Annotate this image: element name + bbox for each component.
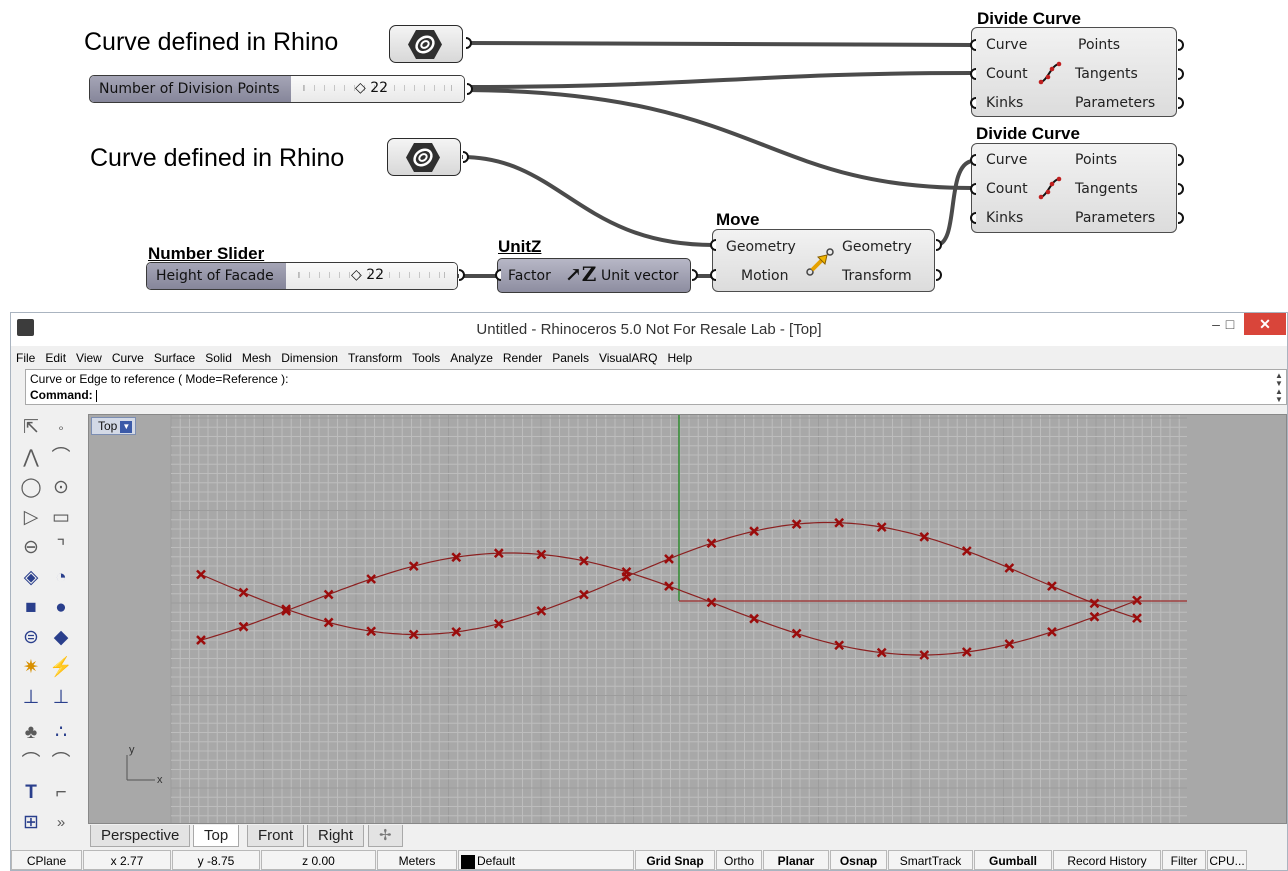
- toggle-record-history[interactable]: Record History: [1053, 850, 1161, 870]
- sphere-icon[interactable]: ●: [48, 595, 74, 621]
- grasshopper-canvas[interactable]: Curve defined in Rhino Curve defined in …: [0, 0, 1288, 303]
- curve-edit-icon[interactable]: ⌒: [18, 750, 44, 776]
- polygon-icon[interactable]: ▷: [18, 505, 44, 531]
- fillet-icon[interactable]: ⌝: [48, 535, 74, 561]
- tab-top[interactable]: Top: [193, 825, 240, 847]
- viewport-name: Top: [98, 419, 118, 433]
- point-icon[interactable]: ∘: [48, 415, 74, 441]
- status-layer[interactable]: Default: [458, 850, 634, 870]
- command-scroll-arrows[interactable]: ▲ ▼ ▲ ▼: [1274, 372, 1284, 404]
- status-z-coord: z 0.00: [261, 850, 376, 870]
- viewport-title-tab[interactable]: Top ▼: [91, 417, 137, 435]
- toggle-osnap[interactable]: Osnap: [830, 850, 887, 870]
- command-area[interactable]: Curve or Edge to reference ( Mode=Refere…: [25, 369, 1287, 405]
- circle-icon[interactable]: ◯: [18, 475, 44, 501]
- viewport-canvas[interactable]: yx: [89, 415, 1287, 824]
- left-toolbar: ⇱ ∘ ⋀ ⌒ ◯ ⊙ ▷ ▭ ⊖ ⌝ ◈ ◔ ■ ● ⊜ ◆ ✷ ⚡ ⊥ ⊥ …: [15, 415, 85, 839]
- tab-front[interactable]: Front: [247, 825, 305, 847]
- menu-dimension[interactable]: Dimension: [276, 348, 343, 365]
- align-icon[interactable]: ⊥: [48, 685, 74, 711]
- tab-perspective[interactable]: Perspective: [90, 825, 191, 847]
- viewport-menu-arrow-icon[interactable]: ▼: [120, 420, 133, 433]
- shade-icon[interactable]: ♣: [18, 720, 44, 746]
- menu-curve[interactable]: Curve: [107, 348, 149, 365]
- menu-analyze[interactable]: Analyze: [445, 348, 498, 365]
- layer-color-swatch: [461, 854, 475, 869]
- layout-icon[interactable]: ⊞: [18, 810, 44, 836]
- explode-icon[interactable]: ✷: [18, 655, 44, 681]
- select-arrow-icon[interactable]: ⇱: [18, 415, 44, 441]
- window-title: Untitled - Rhinoceros 5.0 Not For Resale…: [476, 321, 822, 338]
- status-cpu: CPU...: [1207, 850, 1247, 870]
- menu-help[interactable]: Help: [662, 348, 697, 365]
- toggle-ortho[interactable]: Ortho: [716, 850, 762, 870]
- close-button[interactable]: ✕: [1244, 313, 1286, 335]
- menu-edit[interactable]: Edit: [40, 348, 71, 365]
- curve-edit-2-icon[interactable]: ⌒: [48, 750, 74, 776]
- more-icon[interactable]: »: [48, 810, 74, 836]
- status-cplane[interactable]: CPlane: [11, 850, 82, 870]
- menu-surface[interactable]: Surface: [149, 348, 200, 365]
- text-icon[interactable]: T: [18, 780, 44, 806]
- toggle-planar[interactable]: Planar: [763, 850, 829, 870]
- menu-panels[interactable]: Panels: [547, 348, 594, 365]
- box-icon[interactable]: ■: [18, 595, 44, 621]
- menu-bar: File Edit View Curve Surface Solid Mesh Dimensi…: [11, 348, 1287, 368]
- layer-name: Default: [477, 854, 516, 868]
- toggle-gumball[interactable]: Gumball: [974, 850, 1052, 870]
- polyline-icon[interactable]: ⋀: [18, 445, 44, 471]
- status-units[interactable]: Meters: [377, 850, 457, 870]
- gumball-icon[interactable]: ⊥: [18, 685, 44, 711]
- view-tabs: Perspective Top Front Right ✢: [88, 825, 1287, 847]
- menu-visualarq[interactable]: VisualARQ: [594, 348, 662, 365]
- boolean-icon[interactable]: ⚡: [48, 655, 74, 681]
- text-caret: [95, 389, 97, 402]
- surface-icon[interactable]: ◈: [18, 565, 44, 591]
- add-tab-icon[interactable]: ✢: [368, 825, 403, 847]
- menu-solid[interactable]: Solid: [200, 348, 237, 365]
- menu-file[interactable]: File: [11, 348, 40, 365]
- command-line[interactable]: Command:: [30, 388, 1282, 402]
- toggle-filter[interactable]: Filter: [1162, 850, 1206, 870]
- menu-render[interactable]: Render: [498, 348, 547, 365]
- dimension-icon[interactable]: ⌐: [48, 780, 74, 806]
- sweep-icon[interactable]: ◔: [48, 565, 74, 591]
- toggle-smarttrack[interactable]: SmartTrack: [888, 850, 973, 870]
- toggle-grid-snap[interactable]: Grid Snap: [635, 850, 715, 870]
- gizmo-y-label: y: [129, 744, 135, 756]
- points-icon[interactable]: ∴: [48, 720, 74, 746]
- cylinder-icon[interactable]: ⊜: [18, 625, 44, 651]
- menu-mesh[interactable]: Mesh: [237, 348, 276, 365]
- status-y-coord: y -8.75: [172, 850, 260, 870]
- title-bar[interactable]: Untitled - Rhinoceros 5.0 Not For Resale…: [11, 313, 1287, 346]
- command-history: Curve or Edge to reference ( Mode=Refere…: [30, 372, 289, 386]
- rectangle-icon[interactable]: ▭: [48, 505, 74, 531]
- mesh-icon[interactable]: ◆: [48, 625, 74, 651]
- menu-transform[interactable]: Transform: [343, 348, 407, 365]
- arc-tangent-icon[interactable]: ⊖: [18, 535, 44, 561]
- port-nubs-layer: [458, 37, 1184, 281]
- curve-icon[interactable]: ⌒: [48, 445, 74, 471]
- ellipse-icon[interactable]: ⊙: [48, 475, 74, 501]
- maximize-button[interactable]: □: [1218, 313, 1242, 335]
- tab-right[interactable]: Right: [307, 825, 365, 847]
- gizmo-x-label: x: [157, 774, 163, 786]
- menu-view[interactable]: View: [71, 348, 107, 365]
- command-prompt: Command:: [30, 388, 93, 402]
- menu-tools[interactable]: Tools: [407, 348, 445, 365]
- status-bar: CPlane x 2.77 y -8.75 z 0.00 Meters Defa…: [11, 849, 1287, 871]
- status-x-coord: x 2.77: [83, 850, 171, 870]
- rhino-window: Untitled - Rhinoceros 5.0 Not For Resale…: [10, 312, 1288, 871]
- top-viewport[interactable]: yx Top ▼: [88, 414, 1287, 824]
